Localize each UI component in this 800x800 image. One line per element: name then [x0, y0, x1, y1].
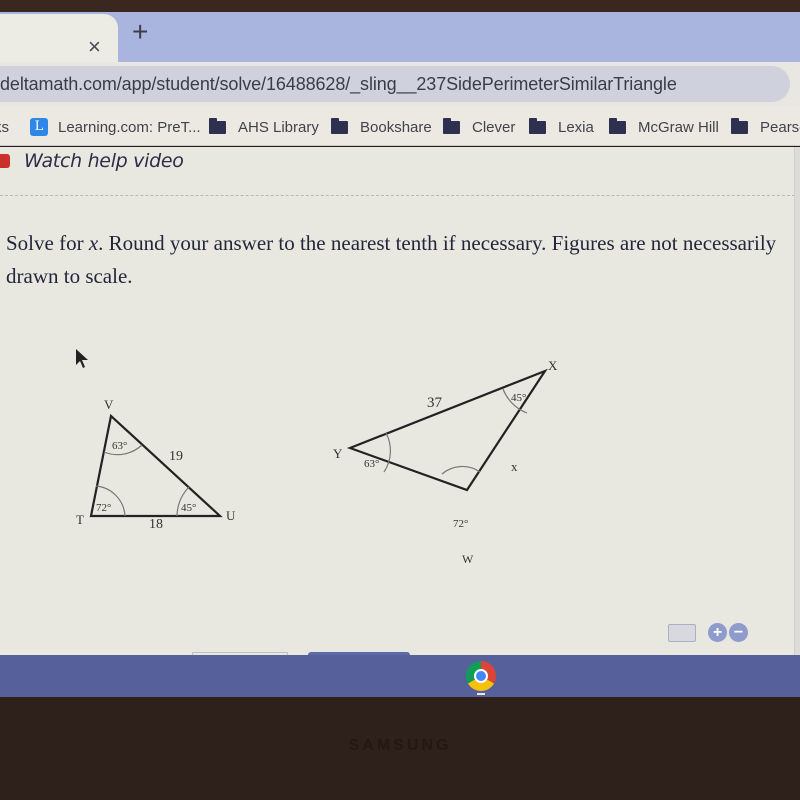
- angle-label-t: 72°: [96, 502, 111, 514]
- bookmark-label: ks: [0, 118, 9, 136]
- vertex-label-w: W: [462, 552, 474, 566]
- bookmarks-bar: ks L Learning.com: PreT... AHS Library B…: [0, 106, 800, 146]
- device-brand-logo: SAMSUNG: [348, 737, 452, 754]
- tab-strip: [0, 12, 800, 62]
- bookmark-label: AHS Library: [238, 118, 319, 136]
- url-text[interactable]: deltamath.com/app/student/solve/16488628…: [0, 74, 677, 95]
- folder-icon: [529, 117, 546, 134]
- toolbar: deltamath.com/app/student/solve/16488628…: [0, 62, 800, 106]
- screen: × + deltamath.com/app/student/solve/1648…: [0, 0, 800, 800]
- angle-label-x: 45°: [511, 392, 526, 404]
- new-tab-icon[interactable]: +: [132, 18, 148, 46]
- folder-icon: [209, 117, 226, 134]
- folder-icon: [331, 117, 348, 134]
- zoom-in-button[interactable]: +: [708, 623, 727, 642]
- bookmark-label: McGraw Hill: [638, 118, 719, 136]
- triangle-tvu: V T U 63° 72° 45° 19 18: [76, 397, 236, 532]
- bookmark-pearson[interactable]: Pearso: [731, 116, 800, 138]
- side-label-vu: 19: [169, 449, 183, 464]
- vertex-label-y: Y: [333, 446, 343, 461]
- side-label-xw: x: [511, 459, 518, 474]
- os-shelf: [0, 655, 800, 697]
- side-label-yx: 37: [427, 395, 443, 411]
- folder-icon: [731, 117, 748, 134]
- side-label-tu: 18: [149, 517, 163, 532]
- bookmark-label: Bookshare: [360, 118, 432, 136]
- vertex-label-x: X: [548, 358, 558, 373]
- bookmark-label: Clever: [472, 118, 516, 136]
- vertex-label-u: U: [226, 508, 236, 523]
- angle-label-v: 63°: [112, 440, 127, 452]
- bookmark-clever[interactable]: Clever: [443, 116, 515, 138]
- bookmark-lexia[interactable]: Lexia: [529, 116, 594, 138]
- zoom-out-button[interactable]: −: [729, 623, 748, 642]
- angle-arc-y: [383, 432, 391, 473]
- address-bar[interactable]: deltamath.com/app/student/solve/16488628…: [0, 66, 790, 102]
- bookmark-mcgraw-hill[interactable]: McGraw Hill: [609, 116, 719, 138]
- browser-tab[interactable]: ×: [0, 14, 118, 64]
- keyboard-icon[interactable]: [668, 624, 696, 642]
- vertex-label-t: T: [76, 512, 84, 527]
- scrollbar[interactable]: [794, 147, 800, 655]
- bookmark-label: Pearso: [760, 118, 800, 136]
- learning-com-icon: L: [30, 118, 48, 136]
- app-running-indicator: [477, 693, 485, 695]
- chrome-app-icon[interactable]: [466, 661, 496, 691]
- angle-label-u: 45°: [181, 502, 196, 514]
- mouse-cursor-icon: [76, 349, 88, 368]
- angle-arc-w: [441, 465, 481, 475]
- folder-icon: [443, 117, 460, 134]
- close-tab-icon[interactable]: ×: [88, 36, 101, 58]
- bookmark-learning-com[interactable]: L Learning.com: PreT...: [30, 116, 201, 138]
- triangles-figure: V T U 63° 72° 45° 19 18 X Y W 45° 63° 72…: [76, 349, 558, 566]
- bookmark-bookshare[interactable]: Bookshare: [331, 116, 432, 138]
- bookmark-apps[interactable]: ks: [0, 116, 9, 138]
- page-content: Watch help video Solve for x. Round your…: [0, 147, 800, 656]
- angle-label-w: 72°: [453, 518, 468, 530]
- bezel-bottom: SAMSUNG: [0, 697, 800, 800]
- bookmark-label: Lexia: [558, 118, 594, 136]
- folder-icon: [609, 117, 626, 134]
- triangle-tvu-outline: [89, 413, 223, 518]
- bookmark-label: Learning.com: PreT...: [58, 118, 201, 136]
- triangle-yxw: X Y W 45° 63° 72° 37 x: [333, 358, 558, 566]
- angle-label-y: 63°: [364, 458, 379, 470]
- vertex-label-v: V: [104, 397, 114, 412]
- bookmark-ahs-library[interactable]: AHS Library: [209, 116, 319, 138]
